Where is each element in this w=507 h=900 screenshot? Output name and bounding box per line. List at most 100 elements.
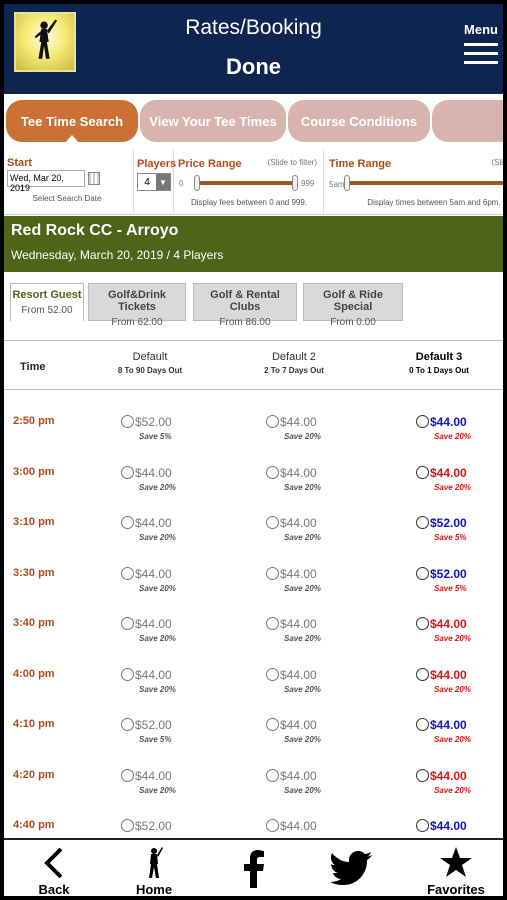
- nav-back[interactable]: Back: [14, 844, 94, 896]
- rate-savings: Save 20%: [284, 684, 321, 694]
- radio-button[interactable]: [121, 667, 134, 681]
- nav-home[interactable]: Home: [114, 844, 194, 896]
- header-bar: Rates/Booking Done Menu: [4, 4, 503, 94]
- radio-button[interactable]: [121, 768, 134, 782]
- radio-button[interactable]: [266, 718, 279, 731]
- time-range-label: Time Range: [329, 158, 392, 170]
- rate-savings: Save 20%: [434, 735, 471, 744]
- rate-price: $44.00: [430, 718, 467, 732]
- radio-button[interactable]: [121, 516, 134, 529]
- rate-price: $44.00: [280, 415, 317, 429]
- rate-price: $44.00: [430, 415, 467, 429]
- tab-more[interactable]: [432, 100, 503, 142]
- menu-button[interactable]: Menu: [459, 22, 503, 64]
- rate-savings: Save 20%: [139, 684, 176, 694]
- table-row: 4:40 pm $52.00 $44.00 $44.00: [4, 814, 503, 838]
- rate-savings: Save 5%: [139, 735, 172, 744]
- players-select[interactable]: 4 ▼: [137, 173, 171, 191]
- rate-savings: Save 20%: [139, 785, 176, 795]
- radio-button[interactable]: [121, 415, 134, 428]
- time-header-label: Time: [20, 361, 46, 373]
- rate-tab-from: From 86.00: [219, 317, 271, 328]
- radio-button[interactable]: [266, 667, 279, 681]
- rate-savings: Save 5%: [434, 583, 467, 593]
- radio-button[interactable]: [416, 667, 429, 681]
- radio-button[interactable]: [416, 819, 429, 832]
- radio-button[interactable]: [266, 819, 279, 832]
- radio-button[interactable]: [416, 415, 429, 428]
- rate-tab-golf-drink[interactable]: Golf&Drink Tickets From 62.00: [88, 283, 186, 328]
- tee-time: 3:00 pm: [13, 465, 55, 478]
- radio-button[interactable]: [416, 465, 429, 479]
- calendar-icon[interactable]: [88, 172, 100, 185]
- radio-button[interactable]: [121, 617, 134, 630]
- radio-button[interactable]: [266, 415, 279, 428]
- players-label: Players: [137, 158, 177, 170]
- radio-button[interactable]: [416, 566, 429, 580]
- players-value: 4: [144, 176, 150, 188]
- table-header: Time Default 8 To 90 Days Out Default 2 …: [4, 340, 503, 390]
- start-date-input[interactable]: Wed, Mar 20, 2019: [7, 170, 85, 193]
- radio-button[interactable]: [416, 516, 429, 529]
- rate-tab-name: Resort Guest: [12, 289, 82, 301]
- radio-button[interactable]: [416, 768, 429, 782]
- price-slider-min-handle[interactable]: [194, 175, 200, 191]
- price-slider-max-handle[interactable]: [292, 175, 298, 191]
- radio-button[interactable]: [121, 465, 134, 479]
- bottom-nav: Back Home Favorites: [4, 838, 503, 896]
- table-row: 3:00 pm $44.00 Save 20% $44.00 Save 20% $44.0…: [4, 461, 503, 511]
- price-min: 0: [179, 179, 184, 188]
- chevron-down-icon: ▼: [156, 174, 170, 190]
- rate-price: $44.00: [430, 617, 467, 631]
- rate-price: $44.00: [280, 819, 317, 833]
- radio-button[interactable]: [266, 566, 279, 580]
- rate-price: $44.00: [280, 516, 317, 530]
- rate-price: $44.00: [135, 465, 172, 480]
- time-range-sub: Display times between 5am and 6pm.: [367, 198, 501, 207]
- price-range-label: Price Range: [178, 158, 242, 170]
- tab-label: Course Conditions: [300, 113, 418, 129]
- rate-price: $44.00: [280, 718, 317, 732]
- price-max: 999: [301, 179, 315, 188]
- rate-price: $44.00: [430, 819, 467, 833]
- rate-price: $44.00: [430, 768, 467, 783]
- time-slider-min-handle[interactable]: [344, 175, 350, 191]
- column-header-default-3: Default 3 0 To 1 Days Out: [384, 351, 494, 375]
- tab-course-conditions[interactable]: Course Conditions: [288, 100, 430, 142]
- radio-button[interactable]: [266, 768, 279, 782]
- hamburger-icon-line: [464, 52, 498, 55]
- start-date-filter: Start Wed, Mar 20, 2019 Select Search Da…: [4, 149, 134, 213]
- nav-favorites[interactable]: Favorites: [416, 844, 496, 896]
- radio-button[interactable]: [266, 617, 279, 630]
- page-title: Rates/Booking: [185, 16, 322, 39]
- tab-view-your-tee-times[interactable]: View Your Tee Times: [140, 100, 286, 142]
- rate-price: $52.00: [430, 516, 467, 530]
- search-filters: Start Wed, Mar 20, 2019 Select Search Da…: [4, 149, 503, 215]
- radio-button[interactable]: [266, 516, 279, 529]
- menu-label: Menu: [464, 22, 498, 37]
- table-row: 4:00 pm $44.00 Save 20% $44.00 Save 20% $44.0…: [4, 663, 503, 713]
- radio-button[interactable]: [266, 465, 279, 479]
- column-name: Default 2: [271, 351, 317, 363]
- radio-button[interactable]: [416, 718, 429, 731]
- radio-button[interactable]: [121, 718, 134, 731]
- done-button[interactable]: Done: [4, 54, 503, 80]
- course-header: Red Rock CC - Arroyo Wednesday, March 20…: [4, 216, 503, 272]
- nav-facebook[interactable]: [214, 844, 294, 894]
- rate-tab-golf-ride[interactable]: Golf & Ride Special From 0.00: [303, 283, 403, 328]
- table-row: 4:10 pm $52.00 Save 5% $44.00 Save 20% $44.00…: [4, 713, 503, 763]
- column-name: Default 3: [415, 351, 463, 363]
- hamburger-icon: [464, 43, 498, 46]
- radio-button[interactable]: [121, 819, 134, 832]
- rate-savings: Save 20%: [139, 533, 176, 542]
- facebook-icon: [244, 850, 264, 888]
- rate-tab-resort-guest[interactable]: Resort Guest From 52.00: [10, 283, 84, 321]
- tee-time: 4:00 pm: [13, 667, 55, 680]
- radio-button[interactable]: [121, 566, 134, 580]
- rate-price: $44.00: [135, 768, 172, 783]
- rate-tab-golf-rental[interactable]: Golf & Rental Clubs From 86.00: [193, 283, 297, 328]
- tab-tee-time-search[interactable]: Tee Time Search: [6, 100, 138, 143]
- rate-price: $44.00: [135, 516, 172, 530]
- nav-twitter[interactable]: [312, 844, 392, 892]
- radio-button[interactable]: [416, 617, 429, 630]
